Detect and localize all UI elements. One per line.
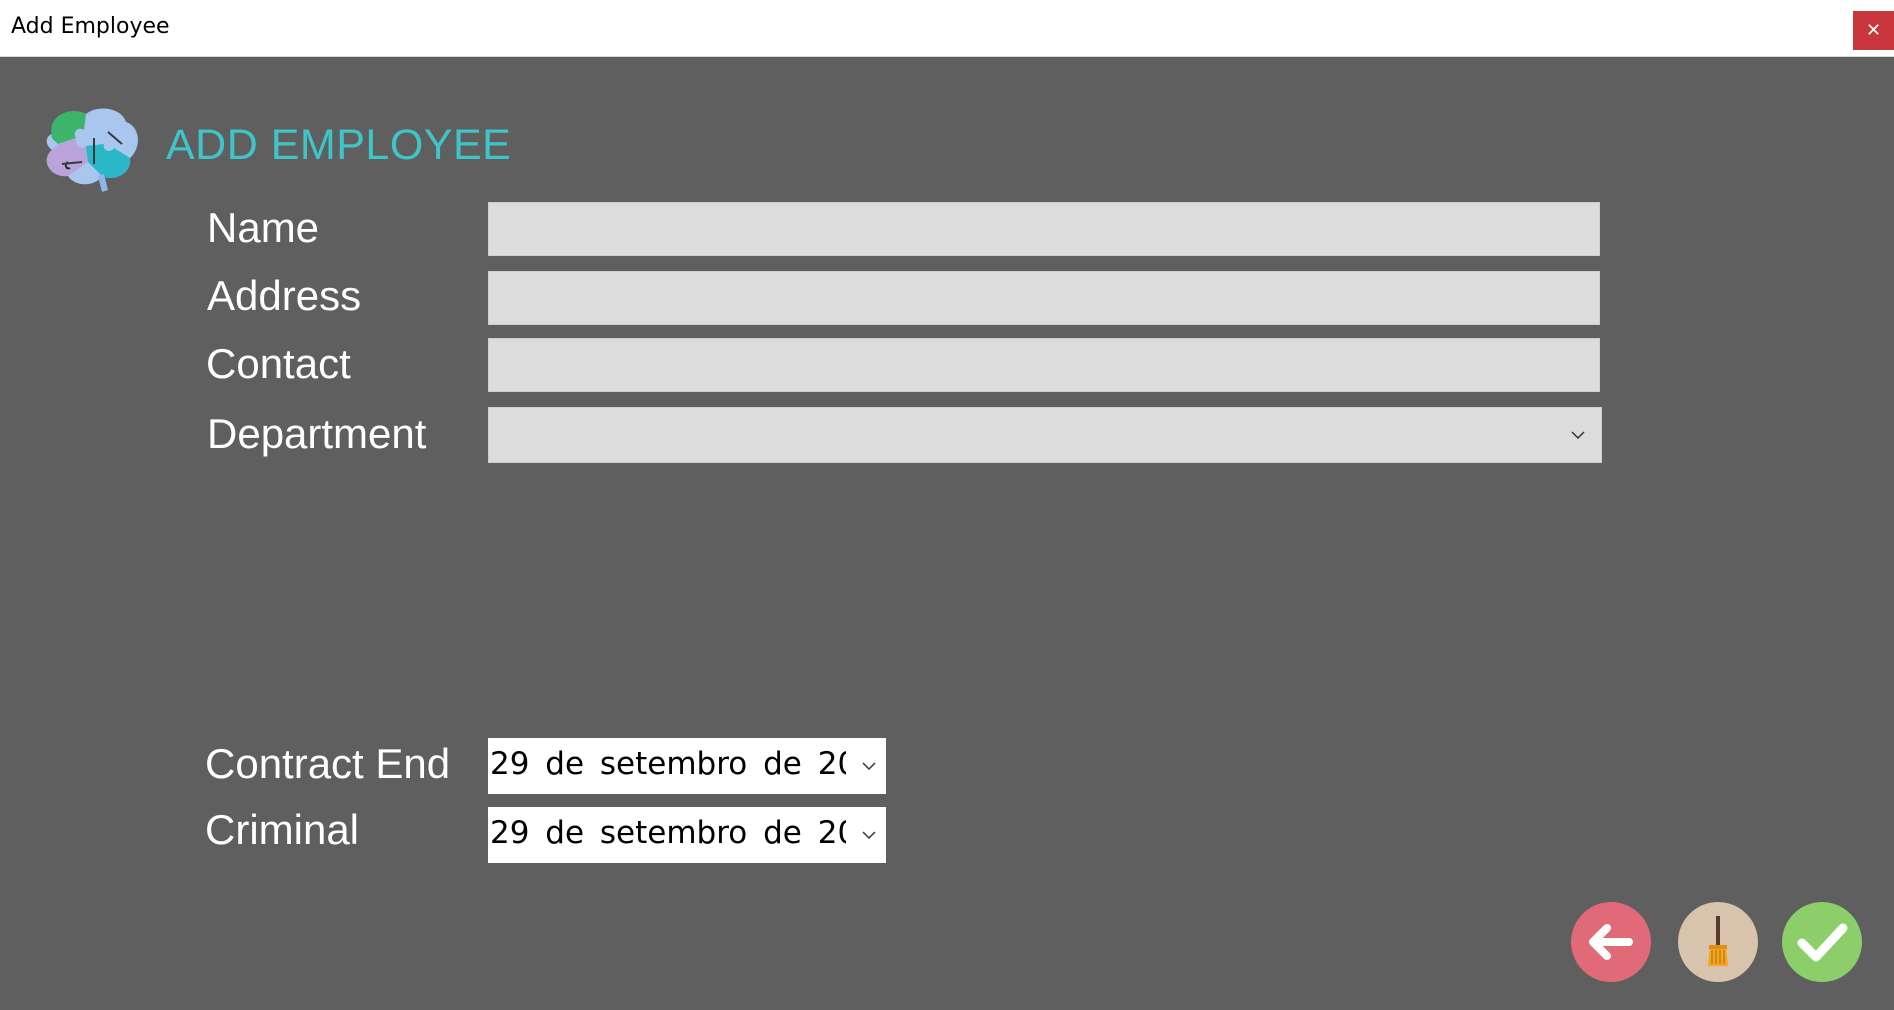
chevron-down-icon <box>1571 431 1585 440</box>
back-button[interactable] <box>1571 902 1651 982</box>
criminal-label: Criminal <box>205 806 360 853</box>
contract-end-label: Contract End <box>205 740 451 787</box>
department-label: Department <box>207 410 427 457</box>
broom-icon <box>1708 916 1728 966</box>
name-label: Name <box>207 204 320 251</box>
arrow-left-icon <box>1589 924 1633 960</box>
contract-end-datepicker[interactable]: 29 de setembro de 2022 <box>488 738 886 794</box>
contract-end-value: 29 de setembro de 2022 <box>490 746 846 782</box>
chevron-down-icon <box>862 831 876 840</box>
address-field[interactable] <box>488 271 1600 325</box>
contact-field[interactable] <box>488 338 1600 392</box>
page-title: ADD EMPLOYEE <box>166 121 512 169</box>
address-label: Address <box>207 272 362 319</box>
clear-button[interactable] <box>1678 902 1758 982</box>
contact-label: Contact <box>206 340 351 387</box>
puzzle-brain-icon <box>46 108 138 192</box>
criminal-datepicker[interactable]: 29 de setembro de 2022 <box>488 807 886 863</box>
criminal-value: 29 de setembro de 2022 <box>490 815 846 851</box>
name-field[interactable] <box>488 202 1600 256</box>
chevron-down-icon <box>862 762 876 771</box>
confirm-button[interactable] <box>1782 902 1862 982</box>
checkmark-icon <box>1797 923 1848 962</box>
window-title: Add Employee <box>11 14 170 39</box>
close-icon: ✕ <box>1865 20 1882 41</box>
close-button[interactable]: ✕ <box>1853 11 1894 50</box>
title-bar: Add Employee ✕ <box>0 0 1894 57</box>
department-dropdown[interactable] <box>488 407 1602 463</box>
